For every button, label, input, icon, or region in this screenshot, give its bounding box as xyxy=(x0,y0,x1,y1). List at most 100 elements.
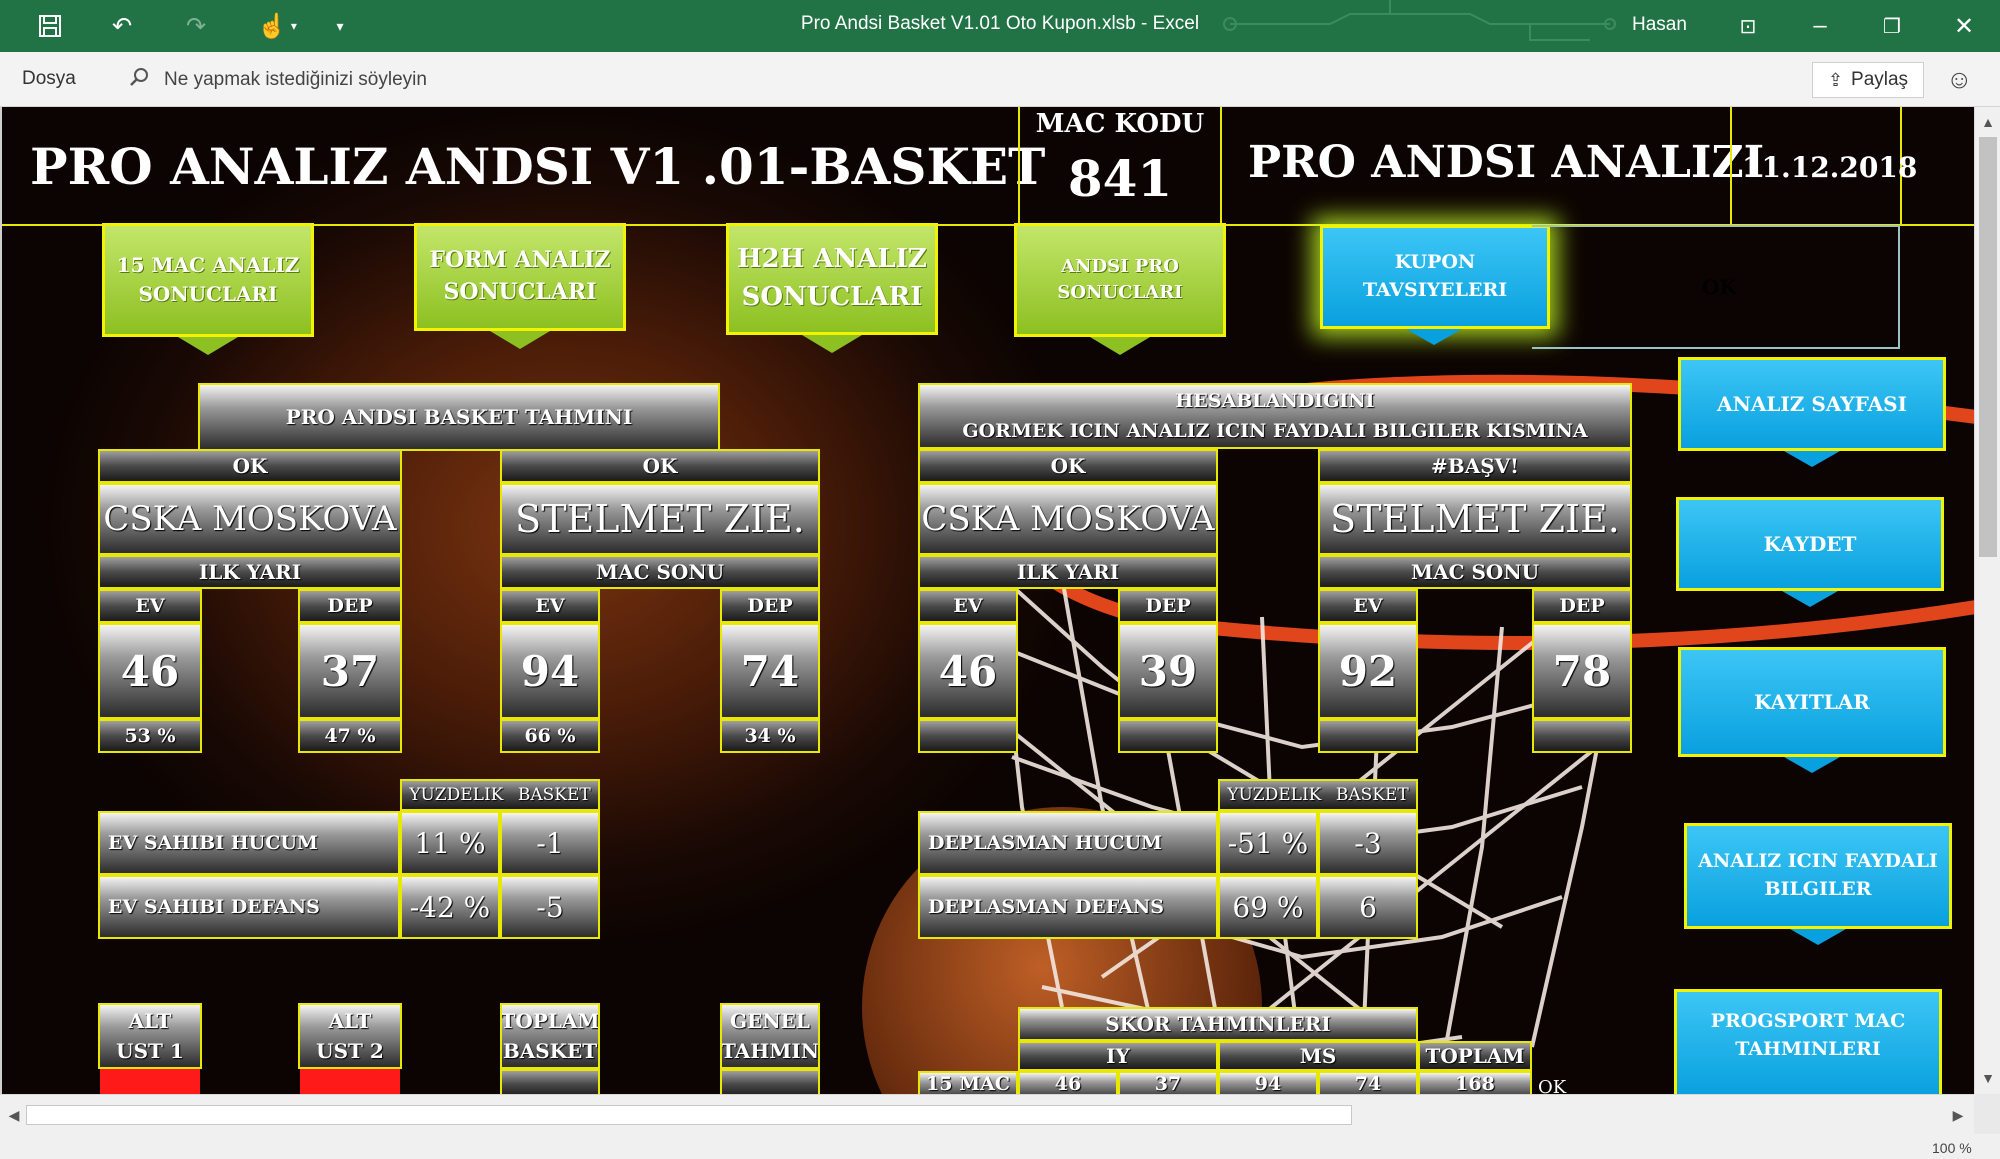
left-away-team: STELMET ZIE. xyxy=(500,483,820,555)
left-stat-label: EV SAHIBI DEFANS xyxy=(98,875,400,939)
tab-label: KUPON TAVSIYELERI xyxy=(1362,251,1508,301)
vertical-scrollbar[interactable]: ▲ ▼ xyxy=(1974,107,2000,1094)
tab-label: H2H ANALIZ SONUCLARI xyxy=(737,244,927,312)
left-away-dep-label: DEP xyxy=(720,589,820,623)
mac-kodu-value[interactable]: 841 xyxy=(1020,149,1220,208)
button-label: PROGSPORT MAC TAHMINLERI xyxy=(1710,1010,1906,1060)
mac-kodu-label: MAC KODU xyxy=(1035,109,1205,139)
share-icon: ⇪ xyxy=(1827,69,1844,90)
vertical-scroll-thumb[interactable] xyxy=(1979,137,1997,557)
tab-kupon-tavsiyeleri[interactable]: KUPON TAVSIYELERI xyxy=(1320,225,1550,329)
skor-row-status: OK xyxy=(1538,1077,1567,1094)
left-away-dep-value: 74 xyxy=(720,623,820,719)
ribbon-display-icon[interactable]: ⊡ xyxy=(1730,10,1766,42)
right-home-ev-value: 46 xyxy=(918,623,1018,719)
scroll-down-icon[interactable]: ▼ xyxy=(1978,1067,1998,1089)
right-home-period: ILK YARI xyxy=(918,555,1218,589)
left-home-dep-label: DEP xyxy=(298,589,402,623)
right-home-ev-pct xyxy=(918,719,1018,753)
skor-row-label: 15 MAC xyxy=(918,1071,1018,1094)
genel-tahmin-value xyxy=(720,1069,820,1094)
tab-arrow xyxy=(1406,329,1462,345)
scroll-left-icon[interactable]: ◀ xyxy=(4,1104,24,1126)
right-stat-pct: -51 % xyxy=(1218,811,1318,875)
progsport-mac-tahminleri-button[interactable]: PROGSPORT MAC TAHMINLERI xyxy=(1674,989,1942,1094)
left-away-ev-label: EV xyxy=(500,589,600,623)
right-away-ev-value: 92 xyxy=(1318,623,1418,719)
skor-tahminleri-header: SKOR TAHMINLERI xyxy=(1018,1007,1418,1041)
minimize-icon[interactable]: – xyxy=(1802,10,1838,42)
right-away-dep-pct xyxy=(1532,719,1632,753)
feedback-smiley-icon[interactable]: ☺ xyxy=(1946,64,1973,95)
left-stats-header: YUZDELIK BASKET xyxy=(400,779,600,811)
left-home-ev-pct: 53 % xyxy=(98,719,202,753)
right-panel-header: IDDIA BUROSU ONGORULEN DEGERLER NASIL HE… xyxy=(918,383,1632,449)
touch-mode-icon[interactable]: ☝ ▾ xyxy=(250,10,304,42)
skor-row-total: 168 xyxy=(1418,1071,1532,1094)
tell-me-box[interactable]: Ne yapmak istediğinizi söyleyin xyxy=(128,66,427,94)
left-stat-pct: 11 % xyxy=(400,811,500,875)
right-home-dep-value: 39 xyxy=(1118,623,1218,719)
right-home-dep-label: DEP xyxy=(1118,589,1218,623)
alt-ust-1-value xyxy=(100,1069,200,1094)
left-home-ev-value: 46 xyxy=(98,623,202,719)
share-button[interactable]: ⇪ Paylaş xyxy=(1812,62,1924,98)
right-away-ev-label: EV xyxy=(1318,589,1418,623)
tab-15-mac-analiz[interactable]: 15 MAC ANALIZ SONUCLARI xyxy=(102,223,314,337)
kaydet-button[interactable]: KAYDET xyxy=(1676,497,1944,591)
tab-arrow xyxy=(1090,337,1150,355)
button-arrow xyxy=(1784,757,1840,773)
analiz-sayfasi-button[interactable]: ANALIZ SAYFASI xyxy=(1678,357,1946,451)
tab-label: ANDSI PRO SONUCLARI xyxy=(1057,255,1183,303)
tab-form-analiz[interactable]: FORM ANALIZ SONUCLARI xyxy=(414,223,626,331)
main-title: PRO ANALIZ ANDSI V1 .01-BASKET xyxy=(30,137,1046,196)
share-label: Paylaş xyxy=(1851,69,1909,90)
analiz-icin-faydali-bilgiler-button[interactable]: ANALIZ ICIN FAYDALI BILGILER xyxy=(1684,823,1952,929)
restore-icon[interactable]: ❐ xyxy=(1874,10,1910,42)
left-home-status: OK xyxy=(98,449,402,483)
horizontal-scrollbar[interactable]: ◀ ▶ xyxy=(0,1094,1974,1134)
save-icon[interactable] xyxy=(32,10,68,42)
title-bar: ↶ ↷ ☝ ▾ ▾ Pro Andsi Basket V1.01 Oto Kupo… xyxy=(0,0,2000,52)
right-stat-label: DEPLASMAN DEFANS xyxy=(918,875,1218,939)
left-away-ev-value: 94 xyxy=(500,623,600,719)
left-away-ev-pct: 66 % xyxy=(500,719,600,753)
scroll-right-icon[interactable]: ▶ xyxy=(1948,1104,1968,1126)
tab-andsi-pro[interactable]: ANDSI PRO SONUCLARI xyxy=(1014,223,1226,337)
stats-header-yuzdelik: YUZDELIK xyxy=(409,785,504,805)
stats-header-basket: BASKET xyxy=(1335,785,1409,805)
scroll-up-icon[interactable]: ▲ xyxy=(1978,111,1998,133)
kayitlar-button[interactable]: KAYITLAR xyxy=(1678,647,1946,757)
alt-ust-2-label: ALT UST 2 xyxy=(298,1003,402,1069)
right-away-dep-label: DEP xyxy=(1532,589,1632,623)
file-tab[interactable]: Dosya xyxy=(22,68,76,90)
genel-tahmin-label: GENEL TAHMIN xyxy=(720,1003,820,1069)
zoom-level[interactable]: 100 % xyxy=(1932,1140,1972,1156)
right-stats-header: YUZDELIK BASKET xyxy=(1218,779,1418,811)
tab-arrow xyxy=(802,335,862,353)
right-away-period: MAC SONU xyxy=(1318,555,1632,589)
divider xyxy=(1730,107,1732,225)
skor-iy-header: IY xyxy=(1018,1041,1218,1071)
tab-label: 15 MAC ANALIZ SONUCLARI xyxy=(116,253,300,306)
right-away-dep-value: 78 xyxy=(1532,623,1632,719)
skor-ms-header: MS xyxy=(1218,1041,1418,1071)
right-stat-pct: 69 % xyxy=(1218,875,1318,939)
sub-title: PRO ANDSI ANALIZI xyxy=(1248,137,1765,188)
left-stat-basket: -1 xyxy=(500,811,600,875)
close-icon[interactable]: ✕ xyxy=(1946,10,1982,42)
search-icon xyxy=(128,66,150,94)
skor-row-ms-away: 74 xyxy=(1318,1071,1418,1094)
left-home-team: CSKA MOSKOVA xyxy=(98,483,402,555)
left-home-ev-label: EV xyxy=(98,589,202,623)
worksheet[interactable]: PRO ANALIZ ANDSI V1 .01-BASKET MAC KODU … xyxy=(0,107,1974,1094)
undo-icon[interactable]: ↶ xyxy=(104,10,140,42)
button-label: ANALIZ ICIN FAYDALI BILGILER xyxy=(1698,850,1938,900)
horizontal-scroll-thumb[interactable] xyxy=(26,1105,1352,1125)
customize-icon[interactable]: ▾ xyxy=(322,10,358,42)
redo-icon[interactable]: ↷ xyxy=(178,10,214,42)
user-name[interactable]: Hasan xyxy=(1632,14,1687,36)
left-stat-pct: -42 % xyxy=(400,875,500,939)
button-label: ANALIZ SAYFASI xyxy=(1717,391,1907,416)
tab-h2h-analiz[interactable]: H2H ANALIZ SONUCLARI xyxy=(726,223,938,335)
